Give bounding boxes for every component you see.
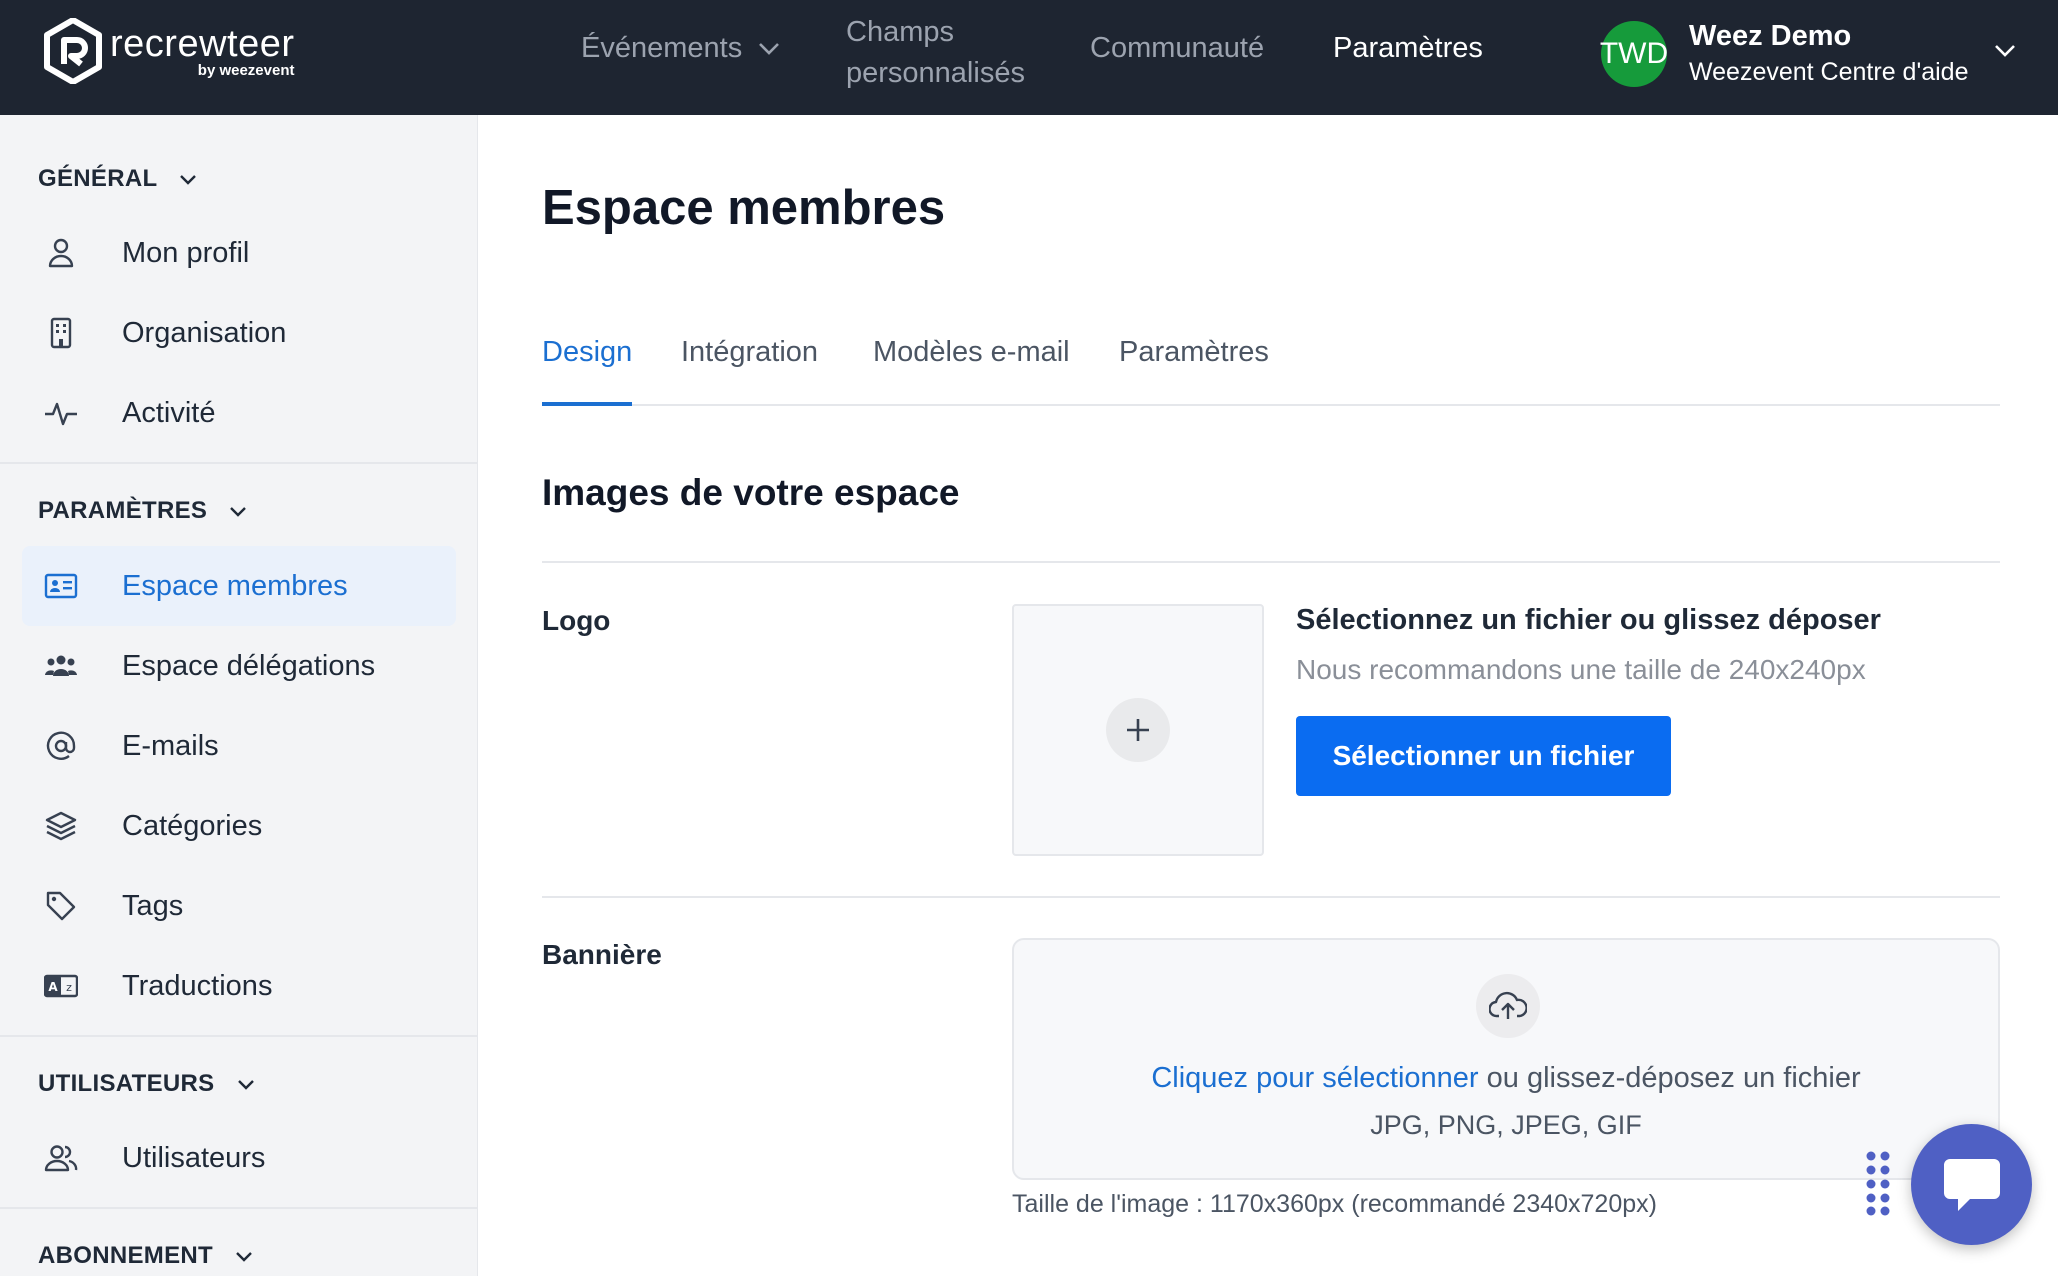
avatar: TWD [1600, 21, 1668, 87]
at-icon [46, 731, 76, 760]
banner-instructions: Cliquez pour sélectionner ou glissez-dép… [1014, 1062, 1998, 1095]
sidebar-item-label: Traductions [122, 969, 273, 1002]
sidebar-item-categories[interactable]: Catégories [22, 786, 456, 866]
sidebar-item-activite[interactable]: Activité [22, 373, 456, 453]
drag-handle-icon[interactable] [1865, 1150, 1893, 1216]
svg-text:z: z [66, 981, 72, 994]
sidebar-item-tags[interactable]: Tags [22, 866, 456, 946]
chat-widget-button[interactable] [1911, 1124, 2032, 1245]
sidebar-section-abonnement-title: ABONNEMENT [38, 1242, 213, 1269]
sidebar-item-label: Activité [122, 396, 216, 429]
chevron-down-icon [759, 42, 780, 55]
user-icon [48, 238, 74, 268]
sidebar-item-label: Catégories [122, 809, 263, 842]
tab-design[interactable]: Design [542, 330, 633, 406]
sidebar-section-abonnement[interactable]: ABONNEMENT [38, 1242, 253, 1270]
tab-bar: Design Intégration Modèles e-mail Paramè… [542, 330, 2000, 406]
layers-icon [45, 811, 77, 841]
logo-dropzone[interactable] [1012, 604, 1264, 856]
sidebar-item-label: Organisation [122, 316, 287, 349]
nav-parametres-label: Paramètres [1333, 32, 1483, 64]
tab-parametres[interactable]: Paramètres [1119, 330, 1269, 406]
sidebar-item-label: Mon profil [122, 236, 250, 269]
users-icon [44, 1145, 78, 1172]
sidebar-item-label: E-mails [122, 729, 219, 762]
logo-byline: by weezevent [197, 61, 295, 79]
tab-modeles-email[interactable]: Modèles e-mail [873, 330, 1070, 406]
nav-communaute[interactable]: Communauté [1090, 32, 1264, 65]
chevron-down-icon [237, 1079, 254, 1090]
sidebar-section-general-title: GÉNÉRAL [38, 165, 158, 192]
row-divider [542, 896, 2000, 898]
nav-evenements-label: Événements [581, 32, 743, 64]
recrewteer-logo-icon [44, 18, 102, 84]
chevron-down-icon [180, 174, 197, 185]
sidebar-section-utilisateurs[interactable]: UTILISATEURS [38, 1070, 255, 1098]
sidebar: GÉNÉRAL Mon profil Organisation Activité… [0, 115, 478, 1276]
section-divider [542, 561, 2000, 563]
tab-integration[interactable]: Intégration [681, 330, 818, 406]
nav-communaute-label: Communauté [1090, 32, 1265, 64]
svg-text:A: A [48, 980, 58, 994]
upload-cloud-icon [1489, 991, 1527, 1019]
section-title: Images de votre espace [542, 472, 960, 513]
sidebar-divider [0, 1035, 478, 1037]
translate-icon: A z [44, 974, 78, 998]
chevron-down-icon [230, 506, 247, 517]
sidebar-section-parametres[interactable]: PARAMÈTRES [38, 497, 247, 525]
plus-icon [1127, 719, 1149, 741]
sidebar-section-parametres-title: PARAMÈTRES [38, 497, 208, 524]
logo-wordmark: recrewteer [110, 22, 295, 65]
tag-icon [46, 891, 76, 921]
logo-label: Logo [542, 605, 611, 636]
sidebar-section-utilisateurs-title: UTILISATEURS [38, 1070, 215, 1097]
user-org: Weezevent Centre d'aide [1689, 58, 1969, 86]
sidebar-item-mon-profil[interactable]: Mon profil [22, 213, 456, 293]
top-navbar: recrewteer by weezevent Événements Champ… [0, 0, 2058, 115]
banner-select-link[interactable]: Cliquez pour sélectionner [1151, 1062, 1478, 1094]
sidebar-section-general[interactable]: GÉNÉRAL [38, 165, 197, 193]
sidebar-item-traductions[interactable]: A z Traductions [22, 946, 456, 1026]
add-logo-button[interactable] [1106, 698, 1170, 762]
banner-formats: JPG, PNG, JPEG, GIF [1370, 1110, 1642, 1140]
upload-cloud-icon-wrap [1476, 974, 1540, 1038]
select-file-button[interactable]: Sélectionner un fichier [1296, 716, 1671, 796]
sidebar-item-espace-delegations[interactable]: Espace délégations [22, 626, 456, 706]
chevron-down-icon [236, 1251, 252, 1262]
activity-icon [45, 402, 77, 426]
banner-drop-text: ou glissez-déposez un fichier [1478, 1062, 1861, 1094]
sidebar-item-label: Espace membres [122, 569, 348, 602]
chat-bubble-icon [1943, 1158, 2000, 1211]
nav-champs-line1: Champs [846, 16, 954, 48]
sidebar-divider [0, 1207, 478, 1209]
sidebar-divider [0, 462, 478, 464]
banner-label: Bannière [542, 939, 662, 970]
sidebar-item-label: Utilisateurs [122, 1141, 266, 1174]
building-icon [50, 317, 72, 349]
user-menu[interactable]: TWD Weez Demo Weezevent Centre d'aide [1600, 18, 1969, 90]
sidebar-item-label: Tags [122, 889, 184, 922]
nav-parametres[interactable]: Paramètres [1333, 32, 1483, 65]
banner-dropzone[interactable]: Cliquez pour sélectionner ou glissez-dép… [1012, 938, 2000, 1180]
sidebar-item-espace-membres[interactable]: Espace membres [22, 546, 456, 626]
id-card-icon [44, 573, 78, 599]
user-menu-chevron-icon[interactable] [1994, 44, 2016, 58]
user-name: Weez Demo [1689, 20, 1852, 52]
logo-upload-hint: Nous recommandons une taille de 240x240p… [1296, 654, 1866, 685]
sidebar-item-utilisateurs[interactable]: Utilisateurs [22, 1118, 456, 1198]
sidebar-item-label: Espace délégations [122, 649, 376, 682]
users-group-icon [45, 655, 77, 676]
nav-evenements[interactable]: Événements [581, 32, 780, 65]
banner-size-hint: Taille de l'image : 1170x360px (recomman… [1012, 1190, 1657, 1218]
page-title: Espace membres [542, 181, 946, 235]
app-logo[interactable]: recrewteer by weezevent [44, 18, 295, 84]
sidebar-item-e-mails[interactable]: E-mails [22, 706, 456, 786]
nav-champs-personnalises[interactable]: Champs personnalisés [846, 12, 1025, 94]
logo-upload-heading: Sélectionnez un fichier ou glissez dépos… [1296, 604, 1881, 636]
nav-champs-line2: personnalisés [846, 57, 1025, 89]
sidebar-item-organisation[interactable]: Organisation [22, 293, 456, 373]
